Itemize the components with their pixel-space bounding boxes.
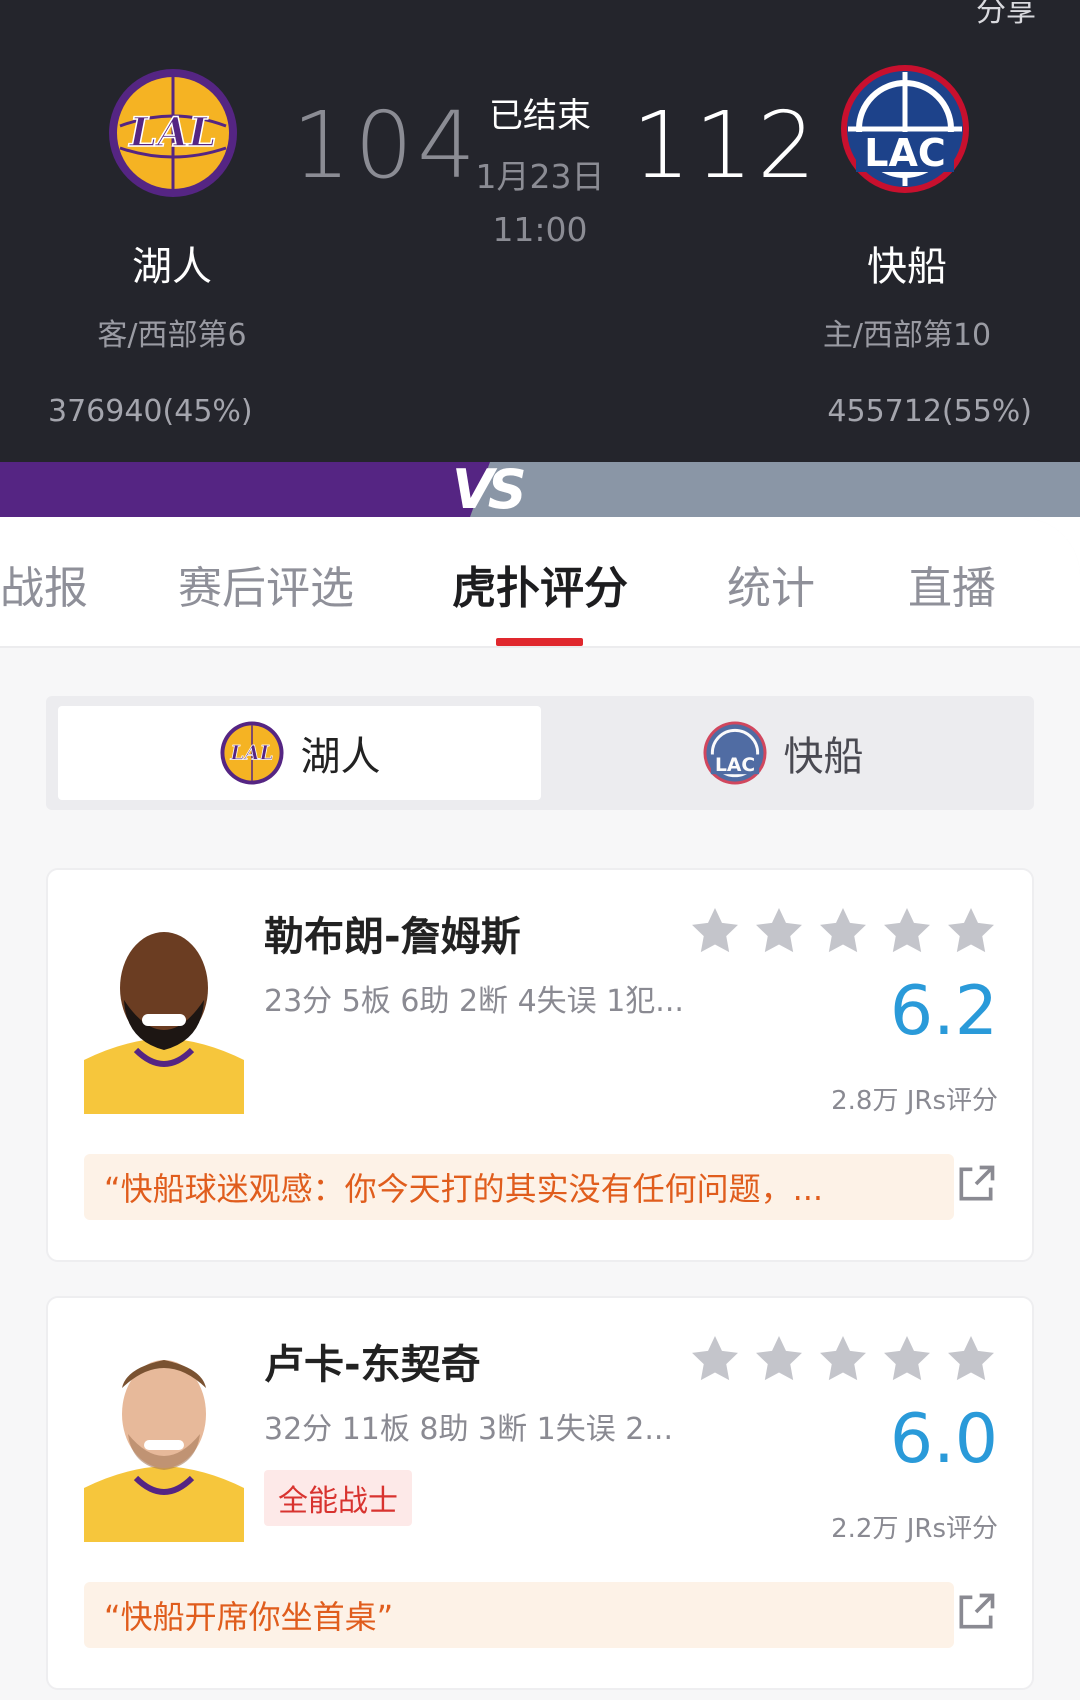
content-panel: 战报 赛后评选 虎扑评分 统计 直播 LAL 湖人 LAC 快船 勒布朗-詹姆斯… xyxy=(0,518,1080,1700)
star-rating[interactable] xyxy=(688,904,998,958)
tab-hupu-rating[interactable]: 虎扑评分 xyxy=(452,552,628,616)
vs-label: VS xyxy=(452,458,527,521)
star-icon[interactable] xyxy=(752,904,806,958)
away-support-count: 376940(45%) xyxy=(48,394,253,429)
home-team-name: 快船 xyxy=(867,244,947,290)
rating-vote-count: 2.2万 JRs评分 xyxy=(831,1514,998,1544)
player-rating-card[interactable]: 勒布朗-詹姆斯 23分 5板 6助 2断 4失误 1犯... 6.2 2.8万 … xyxy=(46,868,1034,1262)
home-support-count: 455712(55%) xyxy=(827,394,1032,429)
svg-text:LAC: LAC xyxy=(714,755,754,776)
player-portrait xyxy=(84,1338,244,1542)
star-icon[interactable] xyxy=(752,1332,806,1386)
top-comment[interactable]: “快船球迷观感：你今天打的其实没有任何问题，... xyxy=(84,1154,954,1220)
player-name: 勒布朗-詹姆斯 xyxy=(264,914,521,960)
tab-stats[interactable]: 统计 xyxy=(727,552,815,616)
support-ratio-bar: VS xyxy=(0,458,1080,521)
game-header: 分享 LAL LAC 湖人 快船 客/西部第6 主/西部第10 104 112 … xyxy=(0,0,1080,462)
tab-bar: 战报 赛后评选 虎扑评分 统计 直播 xyxy=(0,518,1080,648)
top-comment[interactable]: “快船开席你坐首桌” xyxy=(84,1582,954,1648)
star-icon[interactable] xyxy=(944,904,998,958)
player-rating-score: 6.0 xyxy=(889,1400,998,1479)
star-icon[interactable] xyxy=(944,1332,998,1386)
toggle-lakers[interactable]: LAL 湖人 xyxy=(58,706,541,800)
star-icon[interactable] xyxy=(688,1332,742,1386)
active-tab-indicator xyxy=(496,638,583,646)
svg-text:LAC: LAC xyxy=(864,131,946,175)
tab-post-game-vote[interactable]: 赛后评选 xyxy=(178,552,354,616)
player-stats: 23分 5板 6助 2断 4失误 1犯... xyxy=(264,984,684,1019)
player-stats: 32分 11板 8助 3断 1失误 2... xyxy=(264,1412,673,1447)
share-button[interactable]: 分享 xyxy=(976,0,1036,30)
home-score: 112 xyxy=(632,92,820,199)
game-date: 1月23日 xyxy=(475,157,605,196)
away-team-rank: 客/西部第6 xyxy=(97,318,247,353)
rating-vote-count: 2.8万 JRs评分 xyxy=(831,1086,998,1116)
home-team-rank: 主/西部第10 xyxy=(822,318,992,353)
away-support-bar xyxy=(0,462,490,517)
star-rating[interactable] xyxy=(688,1332,998,1386)
lakers-logo: LAL xyxy=(219,721,284,785)
star-icon[interactable] xyxy=(688,904,742,958)
home-support-bar xyxy=(470,462,1080,517)
player-badge: 全能战士 xyxy=(264,1470,412,1526)
clippers-logo[interactable]: LAC xyxy=(838,62,972,196)
tab-report[interactable]: 战报 xyxy=(0,552,88,616)
toggle-lakers-label: 湖人 xyxy=(300,734,381,780)
svg-text:LAL: LAL xyxy=(229,741,273,764)
star-icon[interactable] xyxy=(880,904,934,958)
game-time: 11:00 xyxy=(492,210,588,249)
star-icon[interactable] xyxy=(816,904,870,958)
away-team-name: 湖人 xyxy=(132,244,212,290)
team-toggle: LAL 湖人 LAC 快船 xyxy=(46,696,1034,810)
player-rating-score: 6.2 xyxy=(889,972,998,1051)
star-icon[interactable] xyxy=(816,1332,870,1386)
clippers-logo: LAC xyxy=(702,721,767,785)
toggle-clippers-label: 快船 xyxy=(783,734,864,780)
player-rating-card[interactable]: 卢卡-东契奇 32分 11板 8助 3断 1失误 2... 全能战士 6.0 2… xyxy=(46,1296,1034,1690)
tab-live[interactable]: 直播 xyxy=(908,552,996,616)
game-status: 已结束 xyxy=(489,96,591,136)
lakers-logo[interactable]: LAL xyxy=(106,66,240,200)
star-icon[interactable] xyxy=(880,1332,934,1386)
player-name: 卢卡-东契奇 xyxy=(264,1342,481,1388)
svg-text:LAL: LAL xyxy=(128,109,216,156)
share-out-icon[interactable] xyxy=(954,1162,998,1206)
share-out-icon[interactable] xyxy=(954,1590,998,1634)
toggle-clippers[interactable]: LAC 快船 xyxy=(541,706,1024,800)
player-portrait xyxy=(84,910,244,1114)
